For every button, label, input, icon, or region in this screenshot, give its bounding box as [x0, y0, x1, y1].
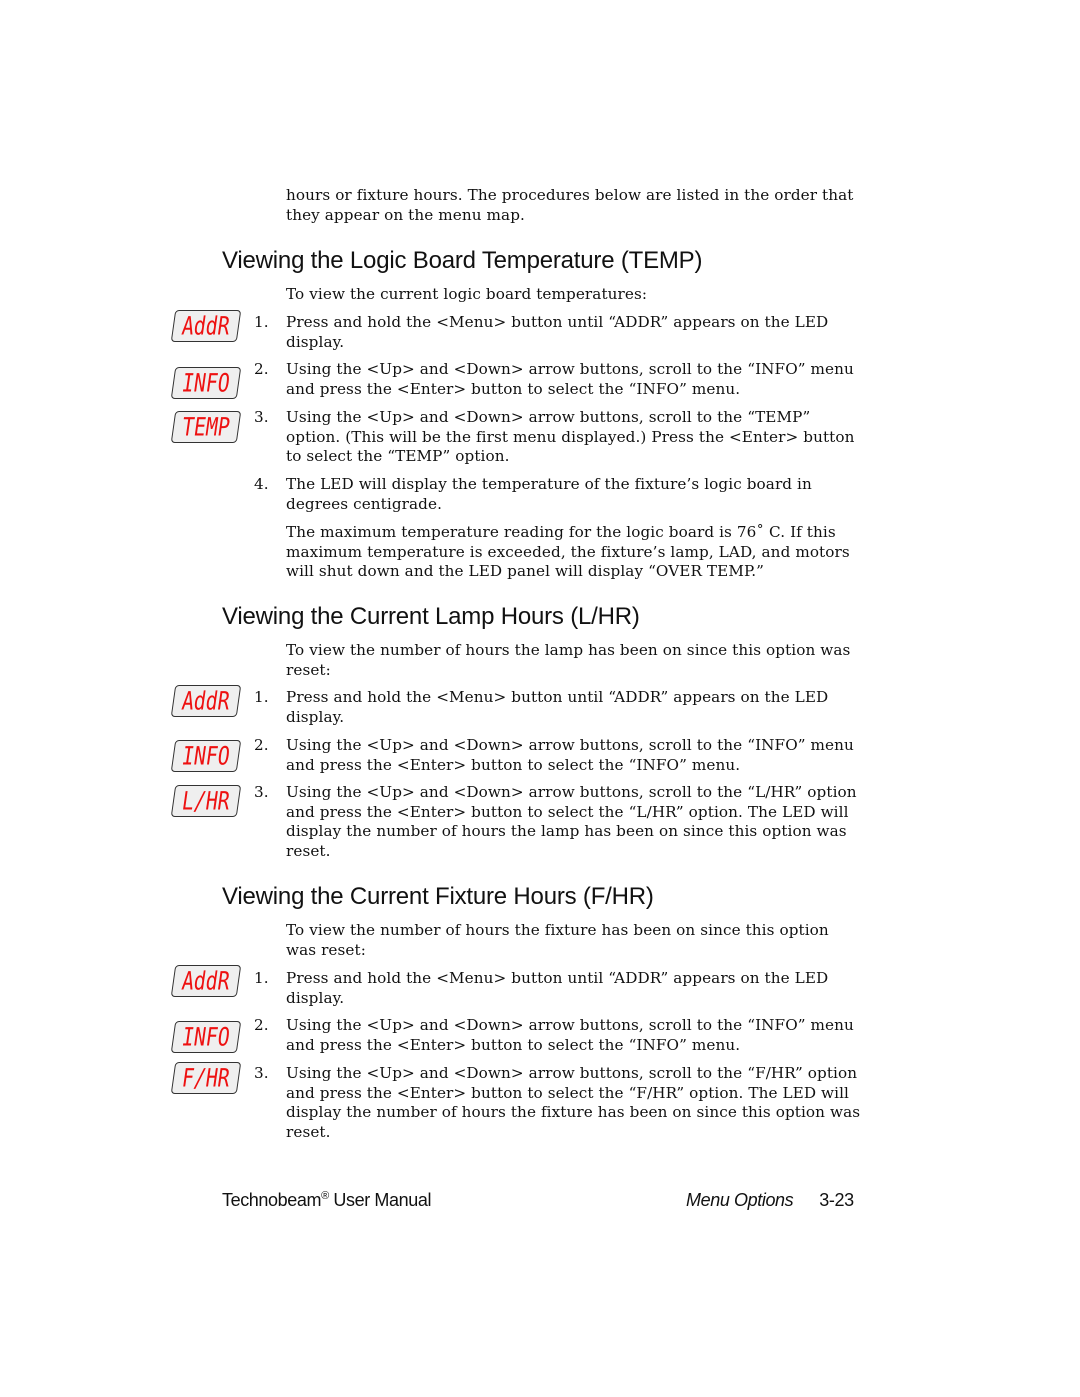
footer-section-info: Menu Options 3-23 [686, 1190, 854, 1211]
step-text: Using the <Up> and <Down> arrow buttons,… [286, 360, 854, 398]
step-number: 1. [254, 969, 269, 987]
registered-mark: ® [321, 1190, 329, 1202]
footer-section-name: Menu Options [686, 1190, 794, 1210]
page-number: 3-23 [819, 1190, 854, 1210]
led-display-info-icon: INFO [170, 367, 242, 399]
step-item: 1. Press and hold the <Menu> button unti… [254, 969, 864, 1008]
section-intro-temp: To view the current logic board temperat… [286, 285, 648, 303]
step-number: 1. [254, 688, 269, 706]
led-display-info-icon: INFO [170, 1021, 242, 1053]
led-display-addr-icon: AddR [170, 685, 242, 717]
step-number: 1. [254, 313, 269, 331]
step-number: 4. [254, 475, 269, 493]
step-item: 1. Press and hold the <Menu> button unti… [254, 313, 864, 352]
step-text: Using the <Up> and <Down> arrow buttons,… [286, 1064, 861, 1141]
step-text: Press and hold the <Menu> button until “… [286, 969, 829, 1007]
step-item: 3. Using the <Up> and <Down> arrow butto… [254, 408, 864, 467]
step-number: 2. [254, 736, 269, 754]
step-item: 4. The LED will display the temperature … [254, 475, 864, 514]
footer-manual-title: Technobeam® User Manual [222, 1190, 431, 1211]
step-item: 2. Using the <Up> and <Down> arrow butto… [254, 736, 864, 775]
intro-paragraph: hours or fixture hours. The procedures b… [286, 186, 854, 224]
step-text: Press and hold the <Menu> button until “… [286, 688, 829, 726]
section-intro-lamp-hours: To view the number of hours the lamp has… [286, 641, 851, 679]
led-display-lhr-icon: L/HR [170, 785, 242, 817]
temperature-note: The maximum temperature reading for the … [286, 523, 850, 580]
step-text: Using the <Up> and <Down> arrow buttons,… [286, 783, 857, 860]
step-item: 3. Using the <Up> and <Down> arrow butto… [254, 1064, 864, 1142]
step-number: 3. [254, 783, 269, 801]
led-display-info-icon: INFO [170, 740, 242, 772]
section-heading-fixture-hours: Viewing the Current Fixture Hours (F/HR) [222, 883, 654, 910]
manual-name: Technobeam [222, 1190, 322, 1210]
step-text: Using the <Up> and <Down> arrow buttons,… [286, 408, 855, 465]
step-text: Press and hold the <Menu> button until “… [286, 313, 829, 351]
section-heading-temp: Viewing the Logic Board Temperature (TEM… [222, 247, 703, 274]
step-item: 1. Press and hold the <Menu> button unti… [254, 688, 864, 727]
section-heading-lamp-hours: Viewing the Current Lamp Hours (L/HR) [222, 603, 640, 630]
led-display-fhr-icon: F/HR [170, 1062, 242, 1094]
step-number: 2. [254, 1016, 269, 1034]
manual-page: hours or fixture hours. The procedures b… [0, 0, 1080, 1397]
step-item: 2. Using the <Up> and <Down> arrow butto… [254, 1016, 864, 1055]
step-number: 3. [254, 408, 269, 426]
step-number: 3. [254, 1064, 269, 1082]
step-item: 3. Using the <Up> and <Down> arrow butto… [254, 783, 864, 861]
step-number: 2. [254, 360, 269, 378]
step-item: 2. Using the <Up> and <Down> arrow butto… [254, 360, 864, 399]
section-intro-fixture-hours: To view the number of hours the fixture … [286, 921, 829, 959]
manual-suffix: User Manual [328, 1190, 432, 1210]
step-text: Using the <Up> and <Down> arrow buttons,… [286, 736, 854, 774]
step-text: The LED will display the temperature of … [286, 475, 812, 513]
led-display-addr-icon: AddR [170, 965, 242, 997]
step-text: Using the <Up> and <Down> arrow buttons,… [286, 1016, 854, 1054]
led-display-temp-icon: TEMP [170, 411, 242, 443]
led-display-addr-icon: AddR [170, 310, 242, 342]
